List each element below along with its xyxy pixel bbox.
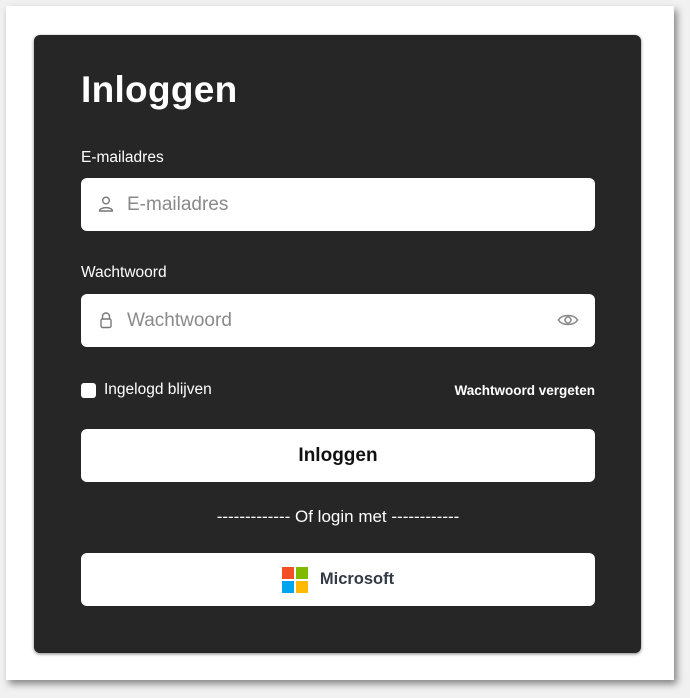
login-card: Inloggen E-mailadres Wachtwoord Ingelogd <box>34 35 641 653</box>
remember-me-label: Ingelogd blijven <box>104 381 212 398</box>
screenshot-frame: Inloggen E-mailadres Wachtwoord Ingelogd <box>6 6 674 680</box>
email-input[interactable] <box>127 178 547 231</box>
email-label: E-mailadres <box>81 149 164 166</box>
microsoft-login-button[interactable]: Microsoft <box>81 553 595 606</box>
remember-me-toggle[interactable]: Ingelogd blijven <box>81 381 212 399</box>
microsoft-login-label: Microsoft <box>319 570 395 588</box>
forgot-password-link[interactable]: Wachtwoord vergeten <box>454 383 595 398</box>
microsoft-logo-icon <box>281 566 308 593</box>
page-title: Inloggen <box>81 69 238 110</box>
eye-icon[interactable] <box>557 311 579 329</box>
email-field-container <box>81 178 595 231</box>
password-input[interactable] <box>127 294 547 347</box>
lock-icon <box>100 312 112 329</box>
login-button[interactable]: Inloggen <box>81 429 595 482</box>
password-label: Wachtwoord <box>81 264 167 281</box>
password-field-container <box>81 294 595 347</box>
alternative-login-divider: ------------- Of login met ------------ <box>216 507 460 526</box>
remember-me-checkbox[interactable] <box>81 382 96 398</box>
user-icon <box>98 196 114 212</box>
